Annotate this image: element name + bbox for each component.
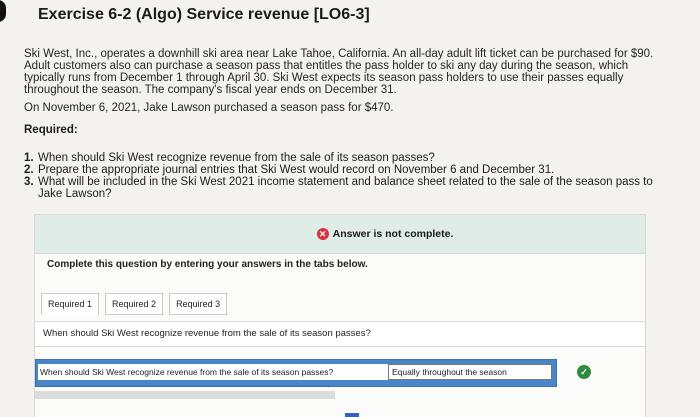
next-indicator: [345, 413, 359, 417]
required-heading: Required:: [24, 124, 78, 136]
tab-required-1[interactable]: Required 1: [41, 293, 100, 315]
edge-shadow: [0, 0, 6, 22]
exercise-title: Exercise 6-2 (Algo) Service revenue [LO6…: [38, 6, 370, 23]
answer-panel: ✕ Answer is not complete. Complete this …: [34, 214, 646, 417]
instruction-text: Complete this question by entering your …: [47, 259, 368, 270]
check-circle-icon: ✓: [577, 365, 591, 379]
question-text: When should Ski West recognize revenue f…: [43, 328, 371, 339]
alert-text: Answer is not complete.: [332, 228, 454, 240]
requirement-text: Prepare the appropriate journal entries …: [38, 164, 555, 176]
scroll-strip: [35, 391, 335, 399]
requirements-list: 1. When should Ski West recognize revenu…: [24, 152, 664, 200]
tab-required-2[interactable]: Required 2: [105, 293, 164, 315]
x-circle-icon: ✕: [316, 228, 329, 240]
requirement-number: 2.: [24, 164, 34, 176]
answer-row: When should Ski West recognize revenue f…: [35, 359, 557, 387]
question-bar: When should Ski West recognize revenue f…: [35, 321, 645, 347]
requirement-text: When should Ski West recognize revenue f…: [38, 152, 435, 164]
problem-paragraph-2: On November 6, 2021, Jake Lawson purchas…: [24, 102, 394, 114]
tab-bar: Required 1 Required 2 Required 3: [41, 293, 233, 315]
alert-bar: ✕ Answer is not complete.: [35, 215, 645, 254]
answer-dropdown[interactable]: Equally throughout the season: [388, 364, 552, 380]
requirement-1: 1. When should Ski West recognize revenu…: [24, 152, 664, 164]
requirement-number: 3.: [24, 176, 34, 188]
answer-question-cell: When should Ski West recognize revenue f…: [38, 364, 388, 380]
tab-required-3[interactable]: Required 3: [169, 293, 228, 315]
requirement-text: What will be included in the Ski West 20…: [38, 176, 653, 200]
problem-paragraph-1: Ski West, Inc., operates a downhill ski …: [24, 48, 654, 96]
page: Exercise 6-2 (Algo) Service revenue [LO6…: [0, 0, 700, 417]
requirement-number: 1.: [24, 152, 34, 164]
requirement-2: 2. Prepare the appropriate journal entri…: [24, 164, 664, 176]
requirement-3: 3. What will be included in the Ski West…: [24, 176, 664, 200]
